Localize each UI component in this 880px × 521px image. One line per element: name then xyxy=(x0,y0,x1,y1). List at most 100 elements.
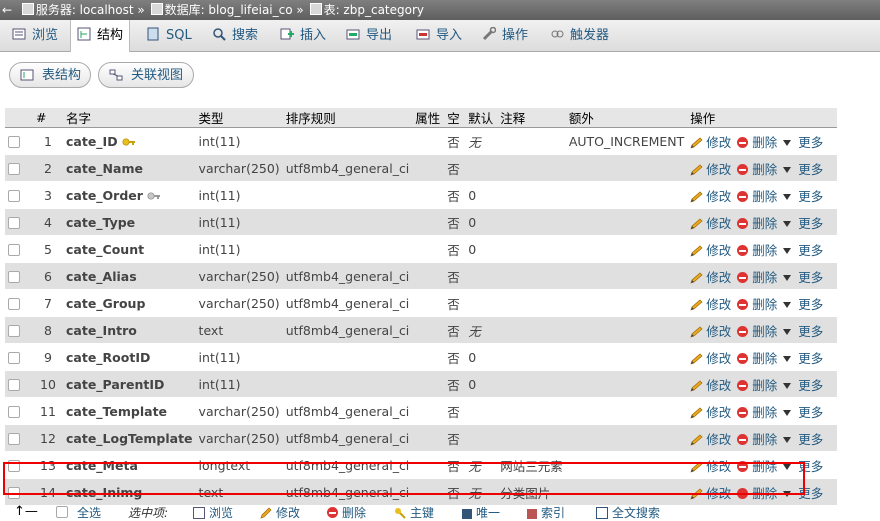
row-checkbox-cell[interactable] xyxy=(5,424,33,452)
edit-column-button[interactable]: 修改 xyxy=(690,351,731,366)
row-checkbox[interactable] xyxy=(8,460,20,472)
more-actions-button[interactable]: 更多 xyxy=(783,270,823,285)
subtab-table-structure[interactable]: 表结构 xyxy=(9,62,91,88)
more-actions-button[interactable]: 更多 xyxy=(783,378,823,393)
col-header-comment[interactable]: 注释 xyxy=(497,108,566,128)
edit-column-button[interactable]: 修改 xyxy=(690,243,731,258)
col-header-num[interactable]: # xyxy=(33,108,63,128)
drop-column-button[interactable]: 删除 xyxy=(737,432,777,447)
more-actions-button[interactable]: 更多 xyxy=(783,351,823,366)
edit-column-button[interactable]: 修改 xyxy=(690,378,731,393)
tab-triggers[interactable]: 触发器 xyxy=(544,20,615,51)
more-actions-button[interactable]: 更多 xyxy=(783,432,823,447)
more-actions-button[interactable]: 更多 xyxy=(783,459,823,474)
row-checkbox[interactable] xyxy=(8,190,20,202)
edit-column-button[interactable]: 修改 xyxy=(690,297,731,312)
tab-search[interactable]: 搜索 xyxy=(206,20,264,51)
row-checkbox[interactable] xyxy=(8,217,20,229)
back-arrow-icon[interactable]: ← xyxy=(2,0,16,20)
more-actions-button[interactable]: 更多 xyxy=(783,486,823,501)
tab-export[interactable]: 导出 xyxy=(340,20,398,51)
row-checkbox-cell[interactable] xyxy=(5,397,33,425)
more-actions-button[interactable]: 更多 xyxy=(783,162,823,177)
edit-column-button[interactable]: 修改 xyxy=(690,459,731,474)
row-checkbox-cell[interactable] xyxy=(5,127,33,155)
edit-column-button[interactable]: 修改 xyxy=(690,135,731,150)
col-header-collation[interactable]: 排序规则 xyxy=(282,108,413,128)
select-all-checkbox[interactable] xyxy=(56,504,68,518)
row-checkbox[interactable] xyxy=(8,298,20,310)
drop-column-button[interactable]: 删除 xyxy=(737,324,777,339)
row-checkbox[interactable] xyxy=(8,352,20,364)
bulk-edit-button[interactable]: 修改 xyxy=(260,504,300,521)
row-checkbox-cell[interactable] xyxy=(5,181,33,209)
drop-column-button[interactable]: 删除 xyxy=(737,486,777,501)
drop-column-button[interactable]: 删除 xyxy=(737,270,777,285)
subtab-relation-view[interactable]: 关联视图 xyxy=(98,62,194,88)
drop-column-button[interactable]: 删除 xyxy=(737,162,777,177)
drop-column-button[interactable]: 删除 xyxy=(737,459,777,474)
col-header-attributes[interactable]: 属性 xyxy=(412,108,445,128)
row-checkbox-cell[interactable] xyxy=(5,289,33,317)
tab-insert[interactable]: 插入 xyxy=(274,20,332,51)
edit-column-button[interactable]: 修改 xyxy=(690,216,731,231)
more-actions-button[interactable]: 更多 xyxy=(783,243,823,258)
bulk-drop-button[interactable]: 删除 xyxy=(327,504,366,521)
more-actions-button[interactable]: 更多 xyxy=(783,405,823,420)
drop-column-button[interactable]: 删除 xyxy=(737,216,777,231)
edit-column-button[interactable]: 修改 xyxy=(690,432,731,447)
row-checkbox-cell[interactable] xyxy=(5,343,33,371)
drop-column-button[interactable]: 删除 xyxy=(737,189,777,204)
row-checkbox-cell[interactable] xyxy=(5,478,33,506)
drop-column-button[interactable]: 删除 xyxy=(737,297,777,312)
edit-column-button[interactable]: 修改 xyxy=(690,324,731,339)
more-actions-button[interactable]: 更多 xyxy=(783,297,823,312)
col-header-type[interactable]: 类型 xyxy=(195,108,283,128)
tab-import[interactable]: 导入 xyxy=(410,20,468,51)
row-checkbox-cell[interactable] xyxy=(5,235,33,263)
more-actions-button[interactable]: 更多 xyxy=(783,324,823,339)
edit-column-button[interactable]: 修改 xyxy=(690,270,731,285)
row-checkbox[interactable] xyxy=(8,406,20,418)
row-checkbox[interactable] xyxy=(8,244,20,256)
row-checkbox-cell[interactable] xyxy=(5,262,33,290)
row-checkbox-cell[interactable] xyxy=(5,316,33,344)
row-checkbox[interactable] xyxy=(8,325,20,337)
row-checkbox-cell[interactable] xyxy=(5,154,33,182)
more-actions-button[interactable]: 更多 xyxy=(783,135,823,150)
bulk-browse-button[interactable]: 浏览 xyxy=(193,504,233,521)
drop-column-button[interactable]: 删除 xyxy=(737,405,777,420)
drop-column-button[interactable]: 删除 xyxy=(737,243,777,258)
more-actions-button[interactable]: 更多 xyxy=(783,216,823,231)
row-checkbox[interactable] xyxy=(8,487,20,499)
breadcrumb-table[interactable]: 表: zbp_category xyxy=(324,3,424,17)
more-actions-button[interactable]: 更多 xyxy=(783,189,823,204)
tab-sql[interactable]: SQL xyxy=(140,20,198,51)
drop-column-button[interactable]: 删除 xyxy=(737,351,777,366)
col-header-default[interactable]: 默认 xyxy=(465,108,498,128)
col-header-null[interactable]: 空 xyxy=(444,108,466,128)
tab-structure[interactable]: 结构 xyxy=(70,20,131,52)
row-checkbox[interactable] xyxy=(8,379,20,391)
bulk-fulltext-button[interactable]: 全文搜索 xyxy=(596,504,660,521)
breadcrumb-database[interactable]: 数据库: blog_lifeiai_co xyxy=(165,3,293,17)
row-checkbox-cell[interactable] xyxy=(5,451,33,479)
drop-column-button[interactable]: 删除 xyxy=(737,378,777,393)
drop-column-button[interactable]: 删除 xyxy=(737,135,777,150)
breadcrumb-server[interactable]: 服务器: localhost xyxy=(36,3,134,17)
edit-column-button[interactable]: 修改 xyxy=(690,189,731,204)
bulk-primary-button[interactable]: 主键 xyxy=(394,504,434,521)
edit-column-button[interactable]: 修改 xyxy=(690,162,731,177)
row-checkbox[interactable] xyxy=(8,433,20,445)
row-checkbox[interactable] xyxy=(8,136,20,148)
tab-operations[interactable]: 操作 xyxy=(476,20,534,51)
bulk-unique-button[interactable]: 唯一 xyxy=(462,504,500,521)
row-checkbox[interactable] xyxy=(8,271,20,283)
row-checkbox-cell[interactable] xyxy=(5,208,33,236)
edit-column-button[interactable]: 修改 xyxy=(690,486,731,501)
tab-browse[interactable]: 浏览 xyxy=(6,20,64,51)
select-all-link[interactable]: 全选 xyxy=(77,504,101,521)
col-header-extra[interactable]: 额外 xyxy=(565,108,688,128)
row-checkbox[interactable] xyxy=(8,163,20,175)
col-header-name[interactable]: 名字 xyxy=(63,108,196,128)
